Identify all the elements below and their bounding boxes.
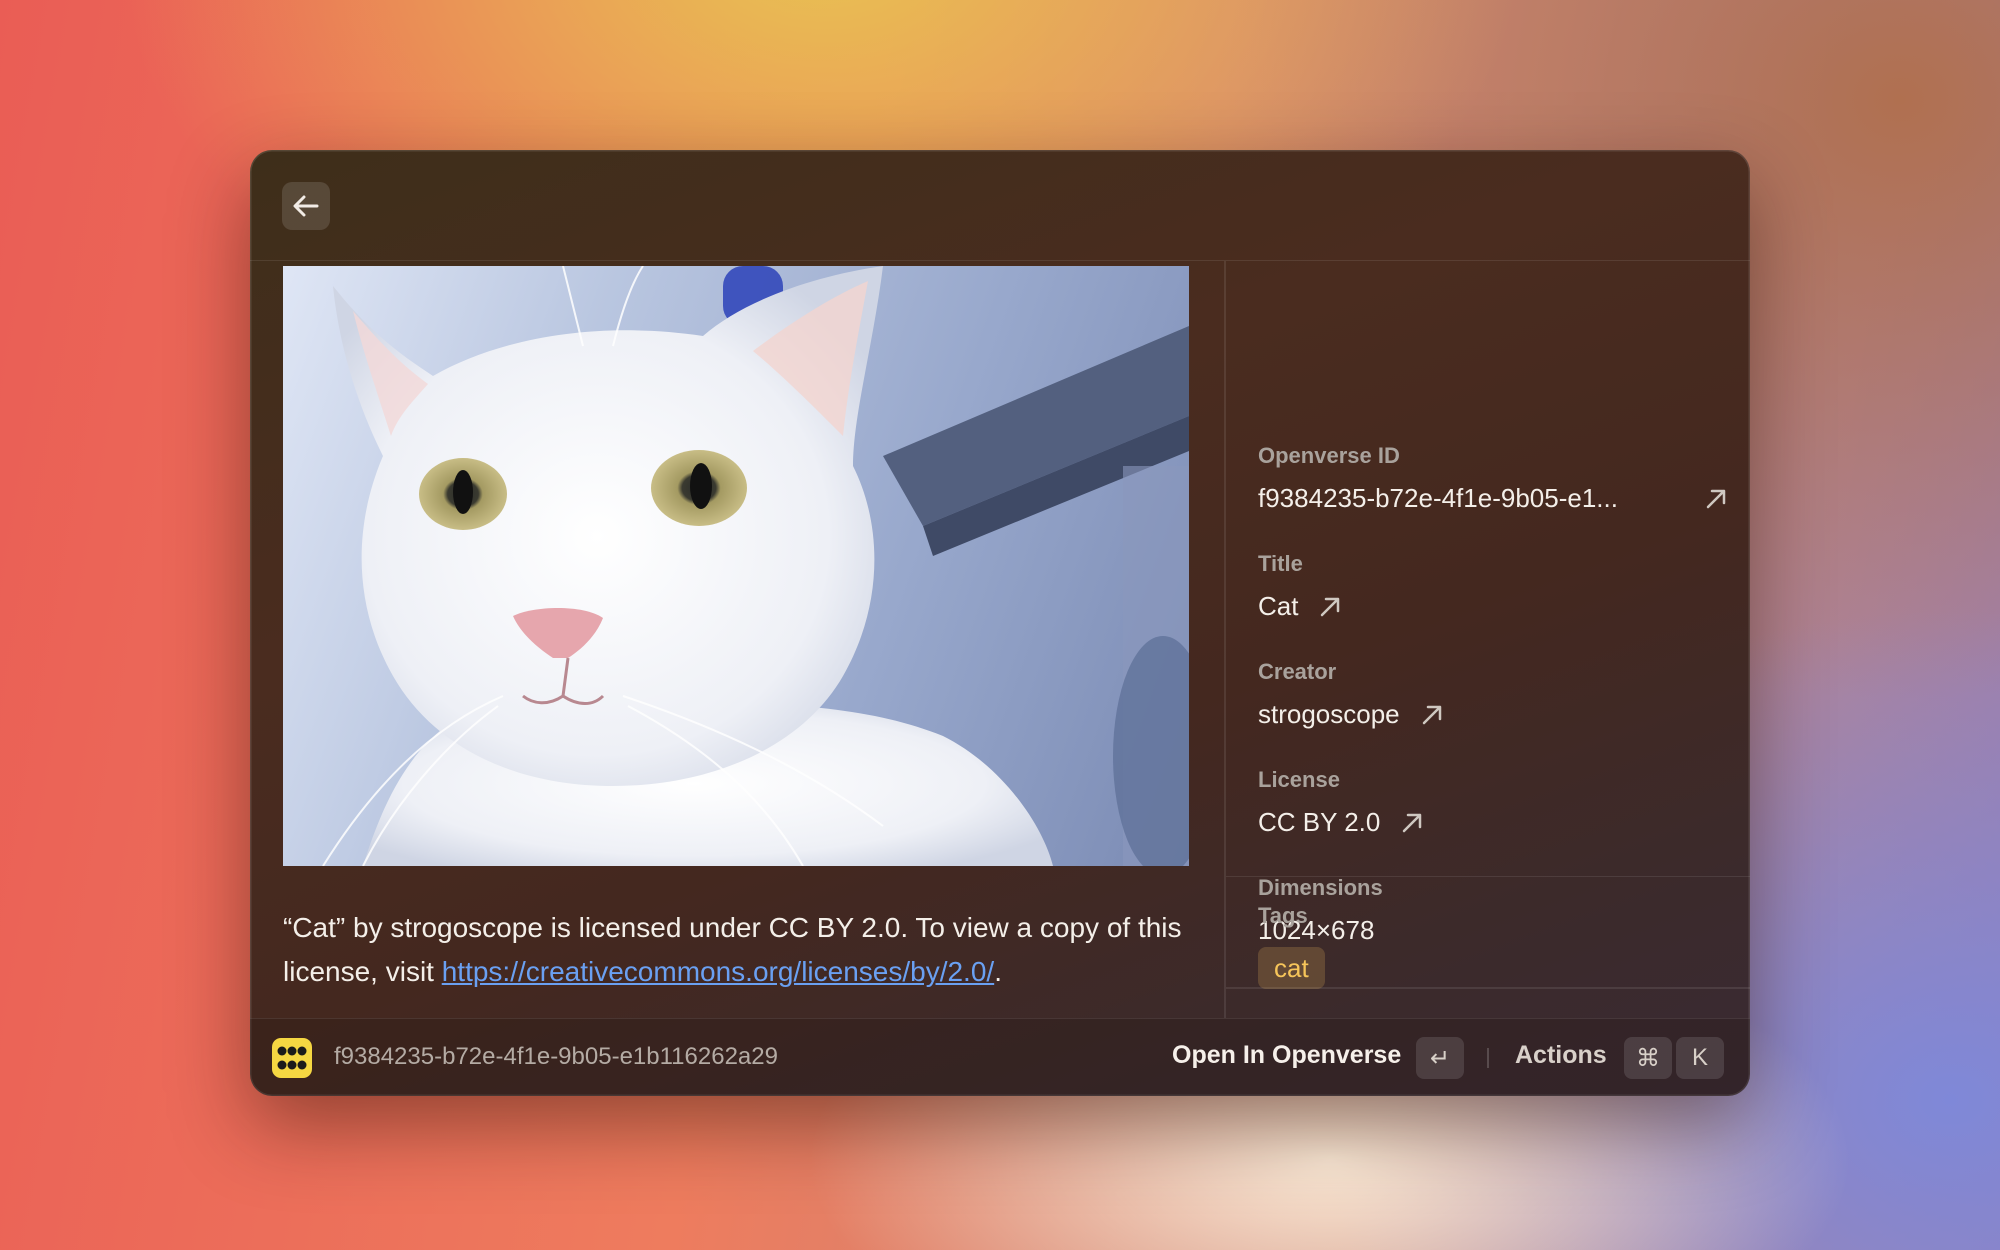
attribution-text: “Cat” by strogoscope is licensed under C… [283,906,1203,994]
command-key-hint: ⌘ [1624,1037,1672,1079]
arrow-left-icon [293,195,319,217]
enter-key-hint: ↵ [1416,1037,1464,1079]
action-separator [1487,1048,1489,1068]
cat-photo-illustration [322,266,1189,866]
actions-button[interactable]: Actions [1515,1041,1607,1070]
detail-window: “Cat” by strogoscope is licensed under C… [250,150,1750,1096]
action-bar: f9384235-b72e-4f1e-9b05-e1b116262a29 Ope… [250,1018,1750,1096]
tags-label: Tags [1258,903,1308,928]
top-bar [250,150,1750,261]
footer-item-id: f9384235-b72e-4f1e-9b05-e1b116262a29 [334,1043,778,1070]
tags-panel: Tags cat [1226,876,1750,1019]
back-button[interactable] [282,182,330,230]
k-key-hint: K [1676,1037,1724,1079]
openverse-logo-icon [272,1038,312,1078]
open-in-openverse-button[interactable]: Open In Openverse [1172,1041,1401,1070]
attribution-suffix: . [994,956,1002,987]
license-link[interactable]: https://creativecommons.org/licenses/by/… [442,956,994,987]
cat-image [283,266,1189,866]
preview-pane: “Cat” by strogoscope is licensed under C… [250,261,1224,1018]
tag-chip[interactable]: cat [1258,947,1325,989]
